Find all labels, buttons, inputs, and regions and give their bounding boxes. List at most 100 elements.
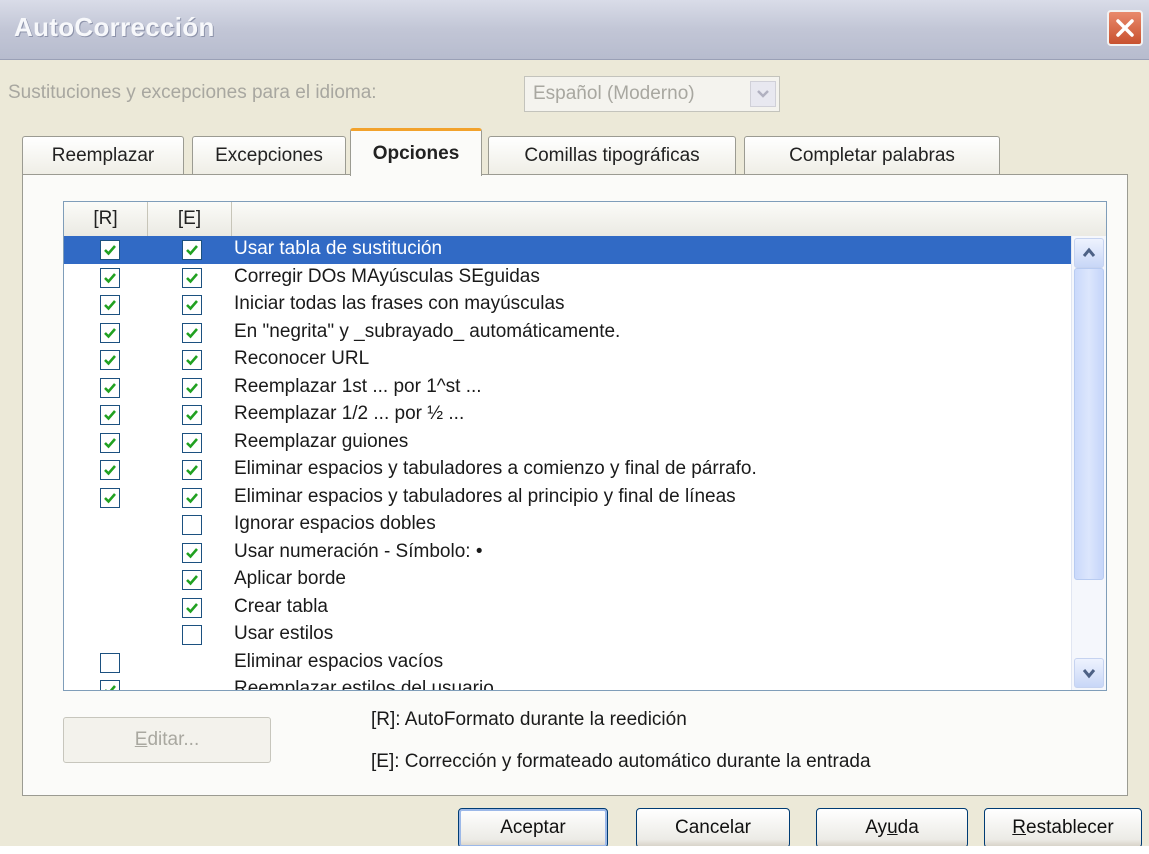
list-item[interactable]: Usar estilos (64, 621, 1072, 649)
options-panel: [R] [E] Usar tabla de sustitución Corregi… (22, 174, 1128, 796)
check-icon (186, 437, 198, 448)
list-item[interactable]: Reemplazar estilos del usuario (64, 676, 1072, 691)
column-header-r[interactable]: [R] (64, 202, 148, 236)
tab-opciones[interactable]: Opciones (350, 128, 482, 176)
list-item[interactable]: Iniciar todas las frases con mayúsculas (64, 291, 1072, 319)
check-icon (104, 327, 116, 338)
check-icon (186, 382, 198, 393)
checkbox-e[interactable] (182, 240, 202, 260)
list-item-label: Reemplazar estilos del usuario (234, 678, 494, 691)
check-icon (186, 272, 198, 283)
check-icon (186, 355, 198, 366)
checkbox-e[interactable] (182, 267, 202, 288)
close-button[interactable] (1107, 10, 1143, 46)
checkbox-r[interactable] (100, 432, 120, 453)
list-item-label: Reemplazar 1/2 ... por ½ ... (234, 403, 465, 424)
cancel-button[interactable]: Cancelar (636, 808, 790, 848)
check-icon (104, 437, 116, 448)
list-item[interactable]: Usar numeración - Símbolo: • (64, 539, 1072, 567)
chevron-down-icon[interactable] (750, 81, 776, 107)
scroll-up-button[interactable] (1074, 238, 1104, 268)
list-item[interactable]: Usar tabla de sustitución (64, 236, 1072, 264)
list-item[interactable]: Eliminar espacios y tabuladores a comien… (64, 456, 1072, 484)
list-header: [R] [E] (64, 202, 1106, 237)
tab-reemplazar[interactable]: Reemplazar (22, 136, 184, 174)
checkbox-r[interactable] (100, 350, 120, 370)
check-icon (186, 492, 198, 503)
checkbox-r[interactable] (100, 240, 120, 260)
window-title: AutoCorrección (14, 12, 215, 42)
checkbox-r[interactable] (100, 267, 120, 288)
checkbox-e[interactable] (182, 625, 202, 645)
list-item-label: Eliminar espacios vacíos (234, 650, 444, 672)
checkbox-e[interactable] (182, 295, 202, 315)
checkbox-r[interactable] (100, 295, 120, 315)
checkbox-r[interactable] (100, 322, 120, 343)
checkbox-r[interactable] (100, 680, 120, 690)
check-icon (104, 465, 116, 476)
list-item[interactable]: Corregir DOs MAyúsculas SEguidas (64, 264, 1072, 292)
check-icon (104, 382, 116, 393)
list-item[interactable]: Eliminar espacios vacíos (64, 649, 1072, 677)
checkbox-e[interactable] (182, 432, 202, 453)
list-item[interactable]: Eliminar espacios y tabuladores al princ… (64, 484, 1072, 512)
checkbox-e[interactable] (182, 570, 202, 590)
close-icon (1116, 19, 1134, 37)
bottom-strip (0, 846, 1149, 854)
check-icon (186, 245, 198, 256)
list-item[interactable]: Reemplazar 1/2 ... por ½ ... (64, 401, 1072, 429)
checkbox-r[interactable] (100, 487, 120, 508)
checkbox-r[interactable] (100, 460, 120, 480)
column-header-label (232, 202, 1106, 236)
list-item-label: Corregir DOs MAyúsculas SEguidas (234, 265, 540, 287)
checkbox-e[interactable] (182, 322, 202, 343)
checkbox-e[interactable] (182, 597, 202, 618)
checkbox-e[interactable] (182, 487, 202, 508)
checkbox-r[interactable] (100, 405, 120, 425)
checkbox-e[interactable] (182, 405, 202, 425)
ok-button[interactable]: Aceptar (458, 808, 608, 848)
tab-excepciones[interactable]: Excepciones (192, 136, 346, 174)
scroll-down-button[interactable] (1074, 658, 1104, 688)
check-icon (186, 300, 198, 311)
list-item[interactable]: Reemplazar 1st ... por 1^st ... (64, 374, 1072, 402)
checkbox-e[interactable] (182, 460, 202, 480)
vertical-scrollbar[interactable] (1071, 236, 1106, 690)
list-item[interactable]: Reconocer URL (64, 346, 1072, 374)
scroll-thumb[interactable] (1074, 268, 1104, 580)
checkbox-r[interactable] (100, 652, 120, 673)
checkbox-r[interactable] (100, 377, 120, 398)
legend-r: [R]: AutoFormato durante la reedición (371, 709, 687, 730)
check-icon (186, 575, 198, 586)
check-icon (104, 300, 116, 311)
language-select[interactable]: Español (Moderno) (524, 76, 780, 112)
chevron-down-icon (1082, 669, 1096, 679)
edit-button[interactable]: Editar... (63, 717, 271, 763)
reset-button[interactable]: Restablecer (984, 808, 1142, 848)
list-item-label: Aplicar borde (234, 568, 346, 589)
title-bar[interactable]: AutoCorrección (0, 0, 1149, 60)
checkbox-e[interactable] (182, 377, 202, 398)
checkbox-e[interactable] (182, 542, 202, 563)
tab-completar-palabras[interactable]: Completar palabras (744, 136, 1000, 174)
check-icon (186, 410, 198, 421)
list-item-label: Iniciar todas las frases con mayúsculas (234, 293, 565, 314)
list-item[interactable]: Aplicar borde (64, 566, 1072, 594)
list-item-label: Reconocer URL (234, 348, 370, 369)
language-value: Español (Moderno) (533, 83, 695, 104)
list-item[interactable]: Reemplazar guiones (64, 429, 1072, 457)
check-icon (186, 327, 198, 338)
column-header-e[interactable]: [E] (148, 202, 232, 236)
options-list[interactable]: [R] [E] Usar tabla de sustitución Corregi… (63, 201, 1107, 691)
list-item-label: Reemplazar 1st ... por 1^st ... (234, 375, 482, 397)
list-item-label: Eliminar espacios y tabuladores al princ… (234, 485, 736, 507)
list-item[interactable]: Crear tabla (64, 594, 1072, 622)
help-button[interactable]: Ayuda (816, 808, 968, 848)
list-item[interactable]: Ignorar espacios dobles (64, 511, 1072, 539)
list-item-label: Ignorar espacios dobles (234, 513, 436, 534)
checkbox-e[interactable] (182, 515, 202, 535)
checkbox-e[interactable] (182, 350, 202, 370)
language-label: Sustituciones y excepciones para el idio… (8, 82, 377, 103)
tab-comillas-tipograficas[interactable]: Comillas tipográficas (488, 136, 736, 174)
list-item[interactable]: En "negrita" y _subrayado_ automáticamen… (64, 319, 1072, 347)
